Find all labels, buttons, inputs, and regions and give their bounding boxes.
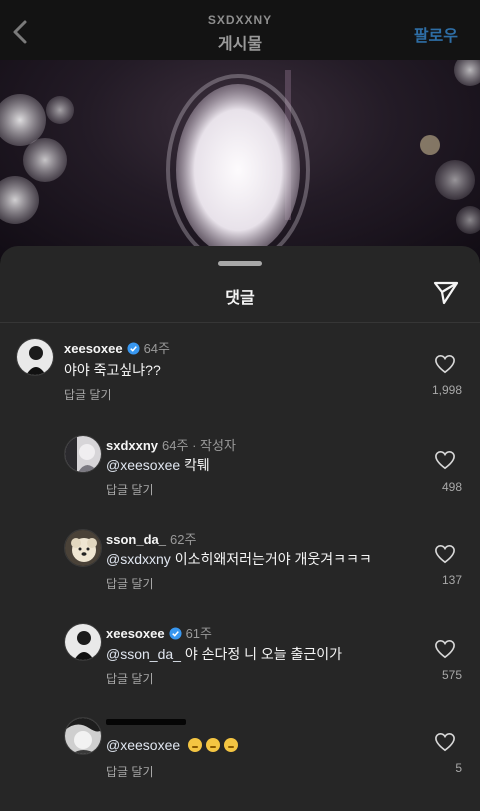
mention-link[interactable]: @xeesoxee — [106, 737, 180, 753]
avatar[interactable] — [64, 717, 102, 755]
drag-handle[interactable] — [218, 261, 262, 266]
heart-outline-icon[interactable] — [434, 732, 456, 752]
follow-button[interactable]: 팔로우 — [414, 22, 458, 46]
avatar[interactable] — [64, 623, 102, 661]
post-image — [0, 60, 480, 260]
avatar[interactable] — [64, 435, 102, 473]
comment-body: 칵퉤 — [184, 457, 210, 473]
like-count: 575 — [441, 668, 462, 682]
avatar-image — [65, 530, 101, 566]
avatar[interactable] — [64, 529, 102, 567]
comment-header: xeesoxee 64주 — [64, 338, 170, 357]
avatar-image — [65, 624, 101, 660]
top-bar: SXDXXNY 게시물 팔로우 — [0, 0, 480, 60]
comment-header: sson_da_ 62주 — [106, 529, 196, 548]
paper-plane-icon — [433, 281, 459, 305]
reply-button[interactable]: 답글 달기 — [106, 670, 154, 687]
comment-header: sxdxxny 64주 · 작성자 — [106, 435, 236, 454]
comment-text: @sson_da_ 야 손다정 니 오늘 출근이가 — [106, 644, 342, 664]
like-count: 1,998 — [431, 383, 462, 397]
comment-username[interactable]: xeesoxee — [106, 626, 165, 641]
mention-link[interactable]: @sxdxxny — [106, 551, 171, 567]
comment-username[interactable]: xeesoxee — [64, 341, 123, 356]
reply-button[interactable]: 답글 달기 — [106, 763, 154, 780]
like-count: 137 — [441, 573, 462, 587]
avatar-image — [65, 718, 101, 754]
comment-time: 62주 — [169, 532, 197, 547]
comment-body: 야 손다정 니 오늘 출근이가 — [184, 646, 343, 662]
avatar-image — [65, 436, 101, 472]
comment-time: 64주 — [143, 341, 170, 356]
header-username: SXDXXNY — [207, 13, 273, 27]
verified-badge-icon — [169, 627, 182, 640]
heart-outline-icon[interactable] — [434, 544, 456, 564]
heart-outline-icon[interactable] — [434, 354, 456, 374]
crying-face-icon — [206, 738, 221, 752]
redacted-username — [106, 719, 186, 725]
reply-button[interactable]: 답글 달기 — [106, 481, 154, 498]
verified-badge-icon — [127, 342, 140, 355]
comment-username[interactable]: sson_da_ — [106, 532, 166, 547]
comment-username[interactable]: sxdxxny — [106, 438, 158, 453]
comment-body: 이소히왜저러는거야 개웃겨ㅋㅋㅋ — [174, 551, 372, 567]
share-button[interactable] — [432, 278, 460, 306]
avatar[interactable] — [16, 338, 54, 376]
comments-sheet: 댓글 xeesoxee 64주 야야 죽고싶냐?? 답글 달기 1,998 sx… — [0, 246, 480, 811]
comment-text: @sxdxxny 이소히왜저러는거야 개웃겨ㅋㅋㅋ — [106, 549, 372, 569]
reply-button[interactable]: 답글 달기 — [64, 386, 112, 403]
like-count: 5 — [455, 761, 462, 775]
reply-button[interactable]: 답글 달기 — [106, 575, 154, 592]
like-count: 498 — [441, 480, 462, 494]
crying-face-icon — [188, 738, 203, 752]
comment-time: 64주 — [162, 438, 189, 453]
post-photo-illustration — [0, 60, 480, 260]
author-tag: · 작성자 — [192, 438, 236, 453]
mention-link[interactable]: @sson_da_ — [106, 646, 181, 662]
comment-text: 야야 죽고싶냐?? — [64, 362, 161, 378]
heart-outline-icon[interactable] — [434, 639, 456, 659]
comment-text: @xeesoxee — [106, 737, 242, 753]
comment-time: 61주 — [185, 626, 212, 641]
sheet-title: 댓글 — [225, 290, 255, 307]
heart-outline-icon[interactable] — [434, 450, 456, 470]
page-title: 게시물 — [217, 36, 263, 53]
avatar-image — [17, 339, 53, 375]
comment-header: xeesoxee 61주 — [106, 623, 212, 642]
mention-link[interactable]: @xeesoxee — [106, 457, 180, 473]
comment-text: @xeesoxee 칵퉤 — [106, 455, 210, 475]
crying-face-icon — [224, 738, 239, 752]
divider — [0, 322, 480, 323]
